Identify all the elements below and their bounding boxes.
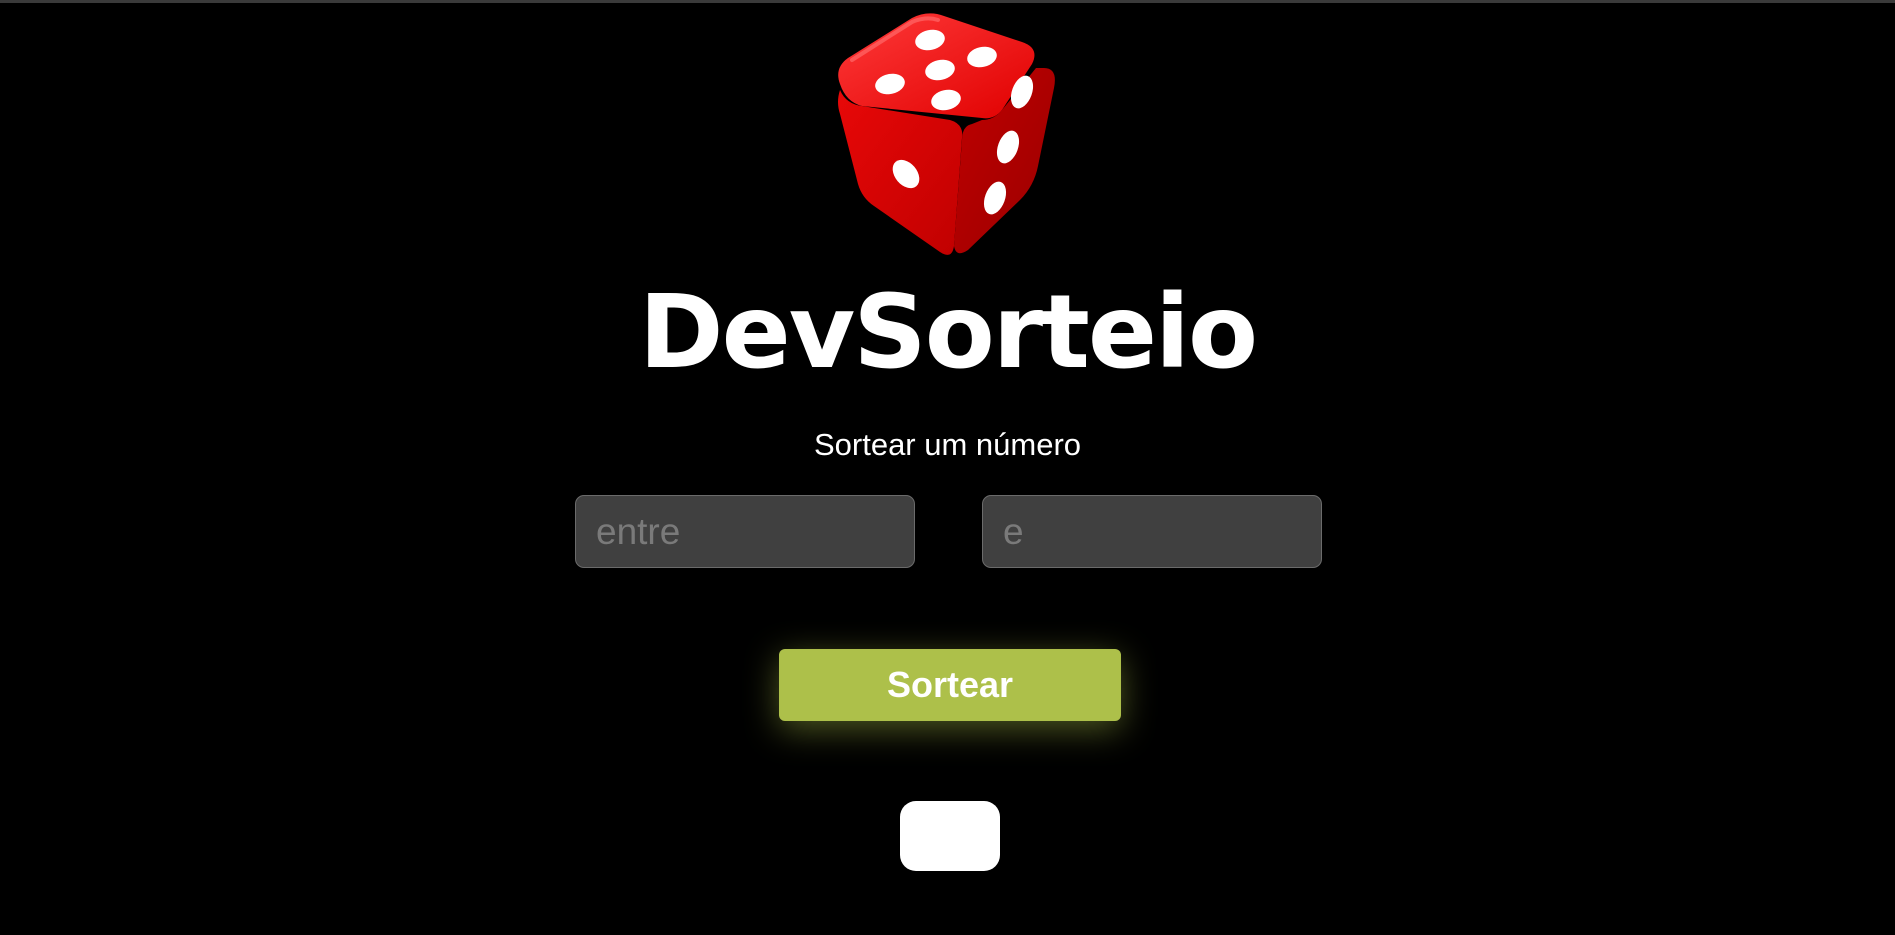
min-number-input[interactable] bbox=[575, 495, 915, 568]
page-title: DevSorteio bbox=[638, 273, 1258, 392]
result-display bbox=[900, 801, 1000, 871]
page-subtitle: Sortear um número bbox=[813, 427, 1082, 462]
draw-button[interactable]: Sortear bbox=[779, 649, 1121, 721]
dice-icon bbox=[822, 6, 1074, 256]
devsorteio-app: DevSorteio Sortear um número Sortear bbox=[0, 0, 1895, 935]
max-number-input[interactable] bbox=[982, 495, 1322, 568]
